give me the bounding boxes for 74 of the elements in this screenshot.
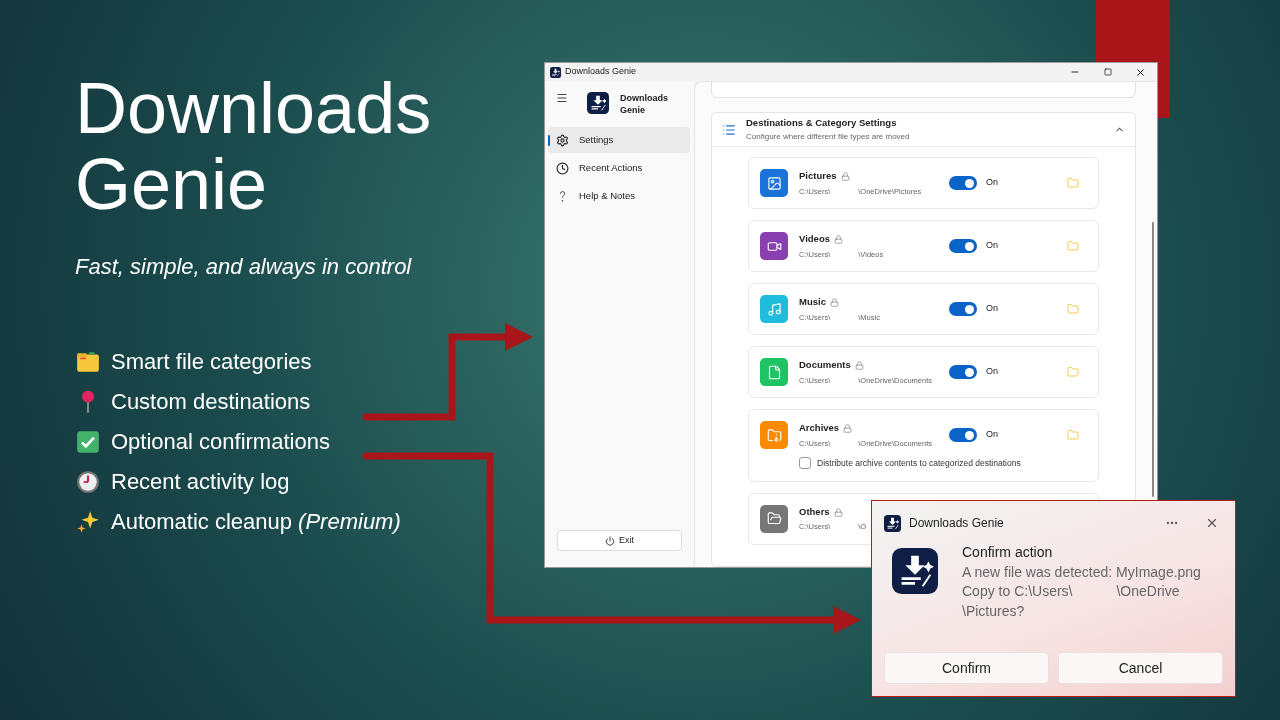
notification-app-name: Downloads Genie: [909, 515, 1004, 532]
exit-button[interactable]: Exit: [557, 530, 682, 551]
archive-folder-icon: [766, 427, 782, 443]
notification-message: A new file was detected: MyImage.png: [962, 562, 1201, 582]
bullet-text: Custom destinations: [111, 388, 311, 416]
toggle-label: On: [986, 176, 998, 190]
clock-icon: [75, 468, 101, 495]
toggle-switch[interactable]: [949, 365, 977, 379]
toggle-label: On: [986, 428, 998, 442]
folder-icon: [1067, 429, 1079, 441]
document-icon: [766, 364, 782, 380]
checkmark-icon: [75, 428, 101, 455]
maximize-icon: [1103, 68, 1112, 76]
bullet-text: Smart file categories: [111, 348, 312, 376]
nav-item[interactable]: Recent Actions: [548, 155, 690, 181]
lock-icon: [854, 360, 864, 370]
slide-subtitle: Fast, simple, and always in control: [75, 253, 413, 281]
clock-icon: [556, 161, 569, 175]
window-title: Downloads Genie: [565, 65, 637, 79]
folder-icon: [1067, 303, 1079, 315]
image-icon: [766, 175, 782, 191]
section-subtitle: Configure where different file types are moved: [746, 130, 910, 143]
app-logo-icon: [550, 66, 561, 78]
gear-icon: [556, 133, 569, 147]
menu-icon: [556, 92, 568, 104]
folder-icon: [1067, 366, 1079, 378]
notification-title: Confirm action: [962, 543, 1054, 562]
nav-item[interactable]: Settings: [548, 127, 690, 153]
toggle-label: On: [986, 365, 998, 379]
lock-icon: [829, 297, 839, 307]
slide-title: Downloads Genie: [75, 70, 433, 222]
section-title: Destinations & Category Settings: [746, 116, 898, 131]
checkbox-label: Distribute archive contents to categorized destinations: [817, 457, 1021, 470]
category-name: Music: [799, 295, 826, 310]
folder-icon: [1067, 240, 1079, 252]
close-icon: [1135, 66, 1146, 78]
lock-icon: [843, 423, 853, 433]
notification-message: Copy to C:\Users\: [962, 582, 1073, 601]
app-logo-icon: [587, 92, 609, 114]
category-name: Others: [799, 505, 830, 519]
notification-button[interactable]: Cancel: [1058, 652, 1223, 684]
app-name: Downloads Genie: [620, 92, 669, 116]
toggle-switch[interactable]: [949, 239, 977, 253]
toggle-switch[interactable]: [949, 302, 977, 316]
notification-message: \Pictures?: [962, 601, 1026, 621]
close-icon: [1205, 516, 1219, 530]
power-icon: [605, 535, 615, 546]
scrollbar-thumb[interactable]: [1152, 222, 1154, 497]
toggle-label: On: [986, 239, 998, 253]
category-name: Archives: [799, 421, 840, 436]
bullet-text: Optional confirmations: [111, 428, 330, 456]
category-name: Videos: [799, 232, 830, 247]
category-name: Documents: [799, 358, 851, 373]
category-name: Pictures: [799, 169, 837, 184]
folder-icon: [766, 511, 782, 527]
toggle-switch[interactable]: [949, 428, 977, 442]
music-note-icon: [766, 301, 782, 317]
lock-icon: [833, 507, 843, 517]
app-logo-icon: [884, 514, 901, 532]
nav-item[interactable]: Help & Notes: [548, 183, 690, 209]
folder-icon: [1067, 177, 1079, 189]
lock-icon: [834, 234, 843, 244]
notification-button[interactable]: Confirm: [884, 652, 1049, 684]
bullet-text: Automatic cleanup (Premium): [111, 508, 401, 536]
bullet-text: Recent activity log: [111, 468, 290, 496]
menu-button[interactable]: [556, 92, 568, 104]
list-icon: [722, 122, 736, 137]
checkbox[interactable]: [799, 457, 811, 470]
toggle-label: On: [986, 302, 998, 316]
close-button[interactable]: [1205, 516, 1219, 530]
toggle-switch[interactable]: [949, 176, 977, 190]
app-logo-icon: [892, 548, 938, 594]
lock-icon: [840, 171, 850, 181]
notification-message: \OneDrive: [1116, 582, 1180, 601]
